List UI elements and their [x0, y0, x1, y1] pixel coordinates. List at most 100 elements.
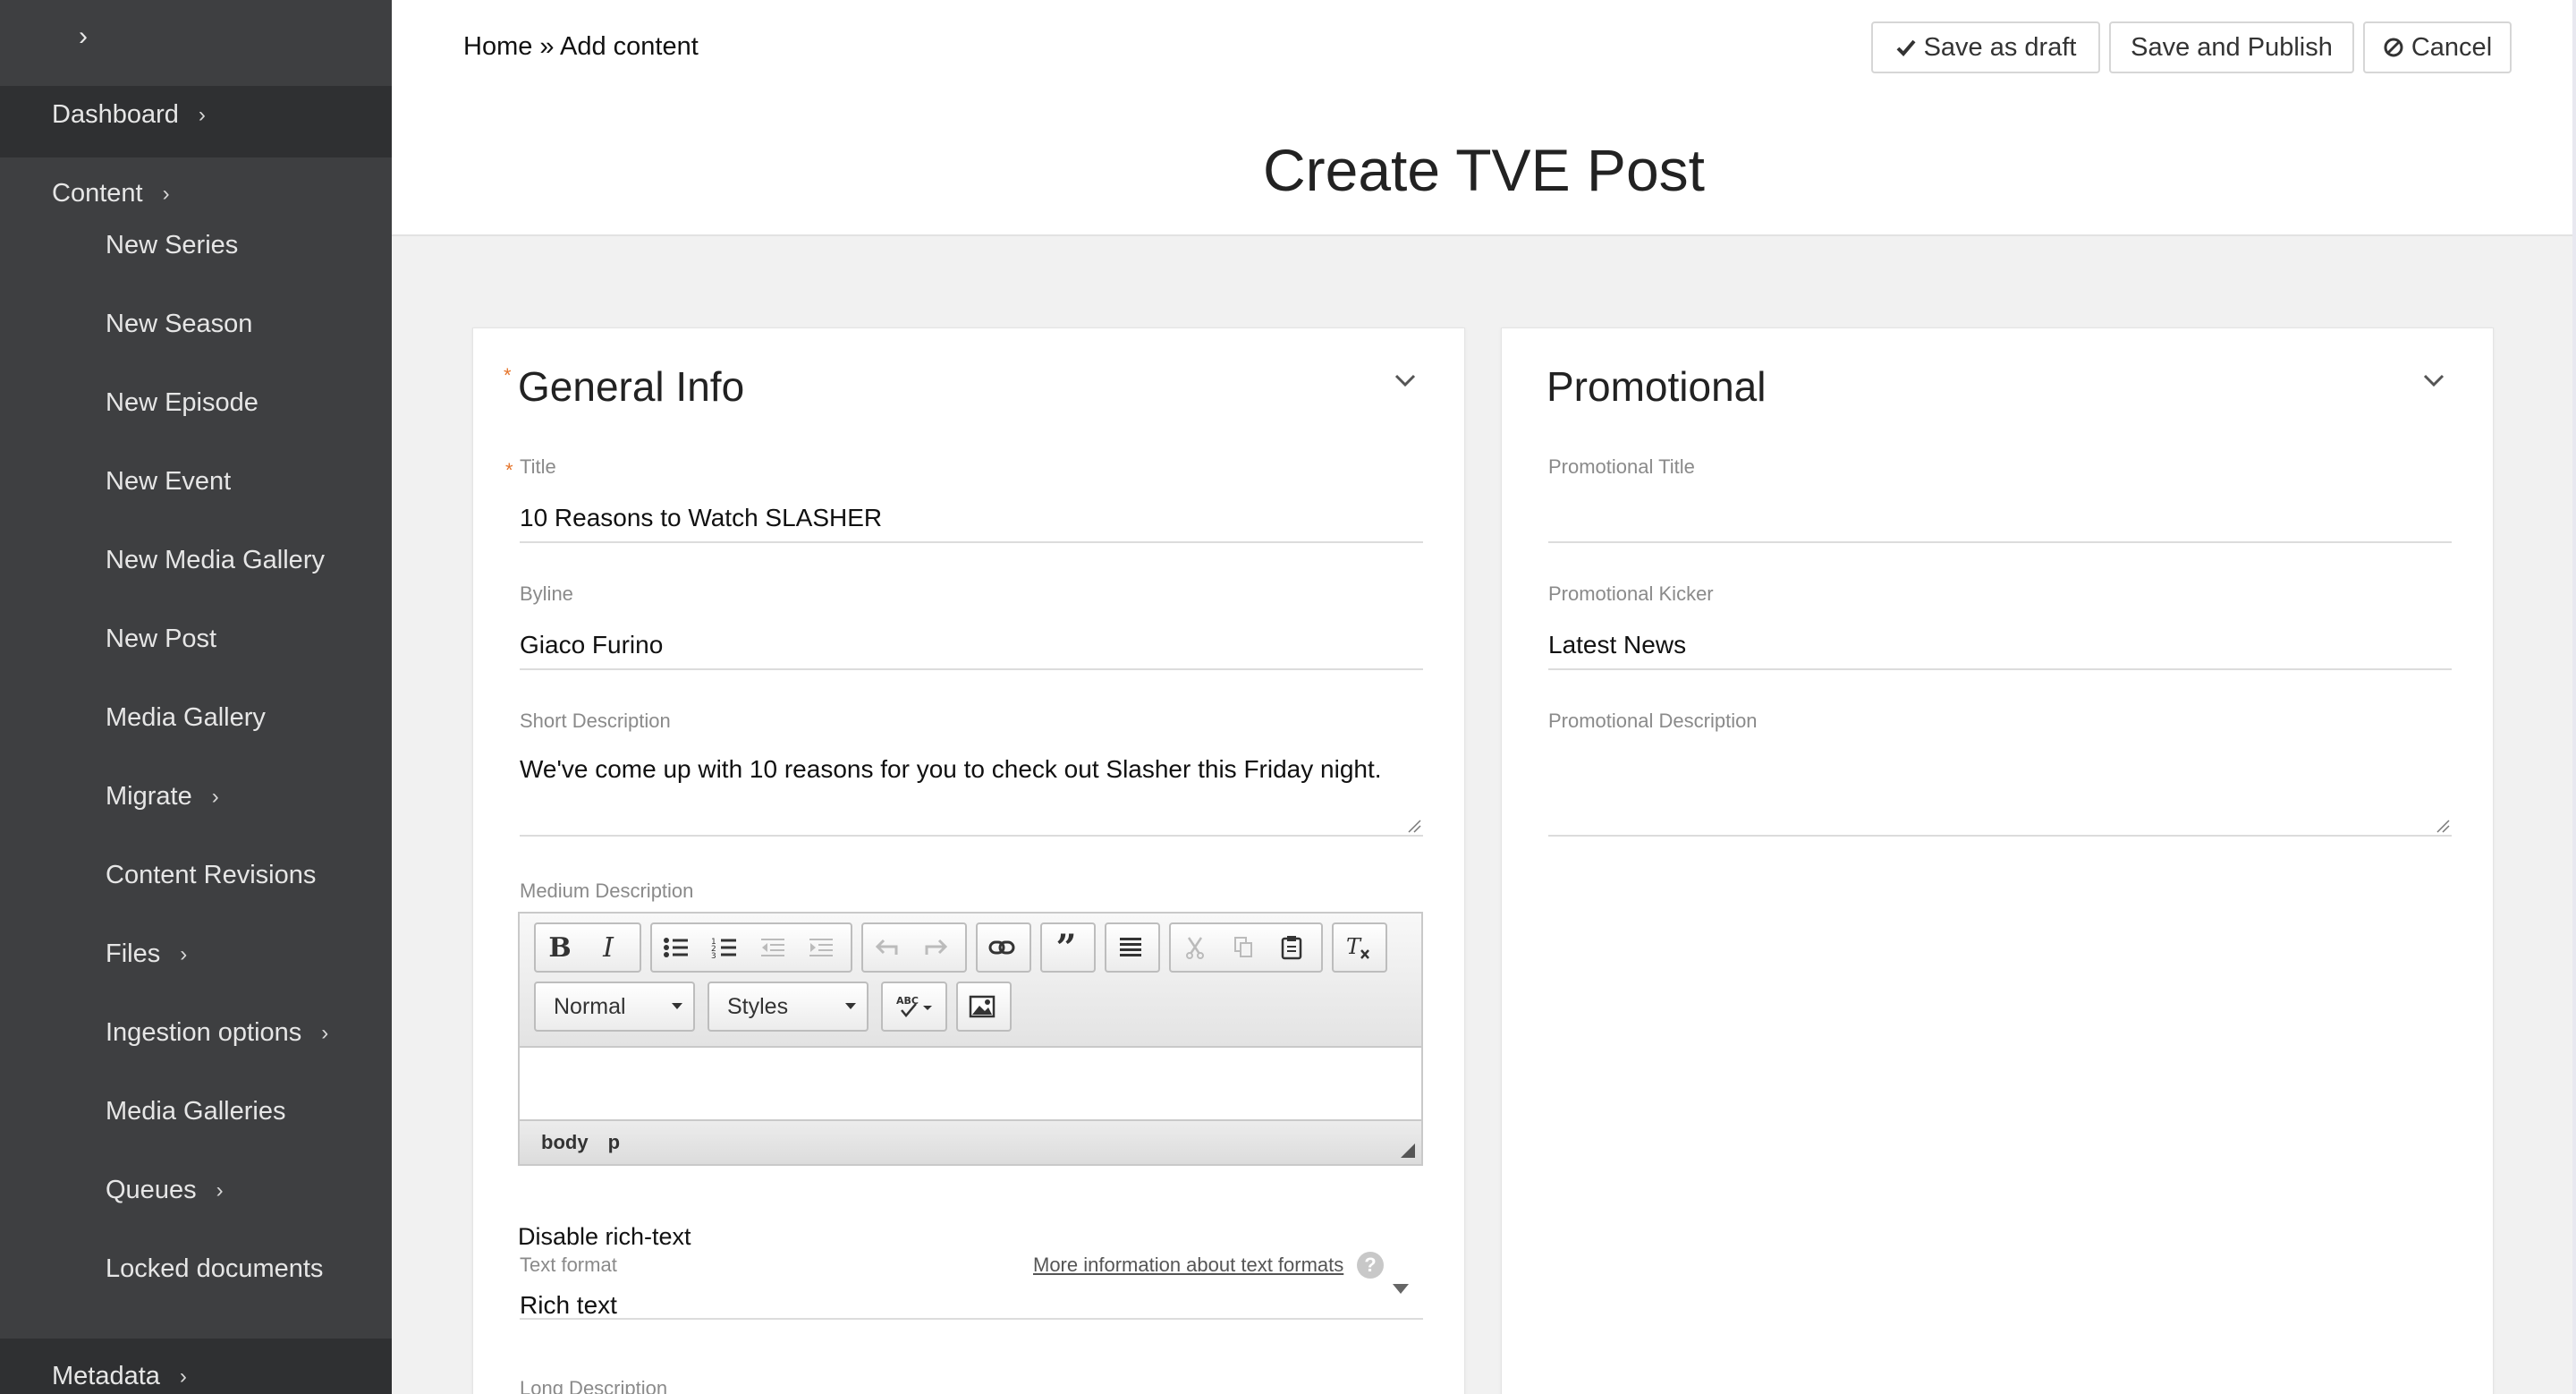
sidebar-toggle-chevron-icon[interactable]: › [79, 21, 88, 52]
promotional-title-label: Promotional Title [1548, 455, 1695, 478]
link-icon[interactable] [978, 924, 1026, 971]
undo-icon[interactable] [863, 924, 911, 971]
sidebar-item-new-post[interactable]: New Post [106, 625, 216, 654]
sidebar-item-label: Content Revisions [106, 861, 317, 889]
save-as-draft-label: Save as draft [1923, 32, 2077, 62]
promotional-kicker-underline [1548, 668, 2452, 670]
redo-icon[interactable] [911, 924, 960, 971]
resize-handle-icon[interactable] [2436, 819, 2450, 833]
save-and-publish-button[interactable]: Save and Publish [2109, 21, 2354, 73]
blockquote-group: ” [1040, 922, 1096, 973]
resize-handle-icon[interactable] [1407, 819, 1421, 833]
sidebar-item-label: Media Galleries [106, 1097, 286, 1126]
styles-select-value: Styles [727, 993, 789, 1019]
long-description-label: Long Description [520, 1377, 668, 1394]
promotional-kicker-input[interactable]: Latest News [1548, 631, 1686, 659]
editor-resize-icon[interactable] [1400, 1143, 1416, 1159]
byline-input[interactable]: Giaco Furino [520, 631, 663, 659]
rich-text-editor: B I 123 ” T Normal Styles ABC body p [518, 912, 1423, 1166]
save-as-draft-button[interactable]: Save as draft [1871, 21, 2100, 73]
sidebar-item-new-series[interactable]: New Series [106, 231, 238, 260]
cancel-button[interactable]: Cancel [2363, 21, 2512, 73]
help-icon[interactable]: ? [1357, 1252, 1384, 1279]
basic-styles-group: B I [534, 922, 641, 973]
sidebar-item-migrate[interactable]: Migrate › [106, 782, 219, 812]
spellcheck-group: ABC [881, 982, 947, 1032]
sidebar-item-label: Locked documents [106, 1254, 324, 1283]
sidebar-item-new-season[interactable]: New Season [106, 310, 252, 339]
title-input[interactable]: 10 Reasons to Watch SLASHER [520, 504, 882, 532]
sidebar-item-content[interactable]: Content › [52, 179, 170, 208]
breadcrumb[interactable]: Home » Add content [463, 32, 699, 62]
required-marker: * [504, 364, 512, 387]
chevron-right-icon: › [321, 1020, 329, 1045]
remove-format-icon[interactable]: T [1334, 924, 1382, 971]
spellcheck-icon[interactable]: ABC [883, 983, 945, 1030]
page-title: Create TVE Post [1262, 137, 1705, 203]
short-description-textarea[interactable]: We've come up with 10 reasons for you to… [520, 754, 1396, 785]
justify-group [1105, 922, 1160, 973]
paste-icon[interactable] [1267, 924, 1316, 971]
sidebar-item-metadata[interactable]: Metadata › [52, 1362, 187, 1391]
sidebar-item-content-revisions[interactable]: Content Revisions [106, 861, 316, 890]
cancel-label: Cancel [2411, 32, 2493, 62]
sidebar-item-label: New Series [106, 231, 239, 259]
editor-path-bar: body p [520, 1119, 1421, 1164]
sidebar-item-new-episode[interactable]: New Episode [106, 388, 258, 418]
text-formats-help-link[interactable]: More information about text formats [1033, 1254, 1343, 1277]
sidebar-item-label: Metadata [52, 1362, 160, 1390]
italic-icon[interactable]: I [584, 924, 632, 971]
dropdown-arrow-icon [845, 1003, 856, 1009]
sidebar-item-media-galleries[interactable]: Media Galleries [106, 1097, 285, 1126]
general-info-title: General Info [518, 363, 745, 410]
chevron-down-icon[interactable] [2421, 368, 2446, 393]
dropdown-arrow-icon[interactable] [1393, 1284, 1409, 1294]
cut-icon[interactable] [1171, 924, 1219, 971]
sidebar-item-label: Ingestion options [106, 1018, 302, 1047]
sidebar-item-label: New Season [106, 310, 253, 338]
medium-description-editor-area[interactable] [520, 1048, 1421, 1119]
sidebar-item-files[interactable]: Files › [106, 939, 187, 969]
sidebar-item-new-media-gallery[interactable]: New Media Gallery [106, 546, 325, 575]
numbered-list-icon[interactable]: 123 [700, 924, 749, 971]
page-header: Home » Add content Save as draft Save an… [392, 0, 2576, 236]
sidebar-item-locked-documents[interactable]: Locked documents [106, 1254, 323, 1284]
bold-icon[interactable]: B [536, 924, 584, 971]
sidebar-item-label: Queues [106, 1176, 197, 1204]
image-icon[interactable] [958, 983, 1006, 1030]
sidebar-item-queues[interactable]: Queues › [106, 1176, 224, 1205]
svg-text:T: T [1346, 935, 1362, 959]
path-element-body[interactable]: body [541, 1131, 589, 1154]
path-element-p[interactable]: p [608, 1131, 620, 1154]
general-info-panel: * General Info * Title 10 Reasons to Wat… [472, 327, 1465, 1394]
chevron-right-icon: › [180, 941, 188, 966]
sidebar: › Dashboard › Content › New Series New Sea… [0, 0, 392, 1394]
copy-icon[interactable] [1219, 924, 1267, 971]
sidebar-item-label: Migrate [106, 782, 192, 811]
bulleted-list-icon[interactable] [652, 924, 700, 971]
sidebar-item-label: Files [106, 939, 161, 968]
indent-icon[interactable] [797, 924, 845, 971]
promotional-description-label: Promotional Description [1548, 710, 1758, 732]
save-and-publish-label: Save and Publish [2131, 32, 2333, 62]
text-format-underline [520, 1318, 1423, 1320]
sidebar-item-media-gallery[interactable]: Media Gallery [106, 703, 266, 733]
sidebar-item-dashboard[interactable]: Dashboard › [52, 100, 206, 130]
styles-select[interactable]: Styles [708, 982, 869, 1032]
medium-description-label: Medium Description [520, 880, 694, 902]
sidebar-item-new-event[interactable]: New Event [106, 467, 231, 497]
promotional-panel: Promotional Promotional Title Promotiona… [1501, 327, 2494, 1394]
sidebar-item-ingestion-options[interactable]: Ingestion options › [106, 1018, 328, 1048]
link-group [976, 922, 1031, 973]
cancel-circle-icon [2384, 38, 2403, 57]
disable-rich-text-toggle[interactable]: Disable rich-text [518, 1223, 691, 1251]
blockquote-icon[interactable]: ” [1042, 924, 1090, 971]
chevron-right-icon: › [216, 1177, 224, 1203]
text-format-select[interactable]: Rich text [520, 1291, 617, 1320]
format-select[interactable]: Normal [534, 982, 695, 1032]
chevron-down-icon[interactable] [1393, 368, 1418, 393]
title-label: Title [520, 455, 556, 478]
outdent-icon[interactable] [749, 924, 797, 971]
justify-icon[interactable] [1106, 924, 1155, 971]
svg-text:3: 3 [711, 952, 716, 959]
